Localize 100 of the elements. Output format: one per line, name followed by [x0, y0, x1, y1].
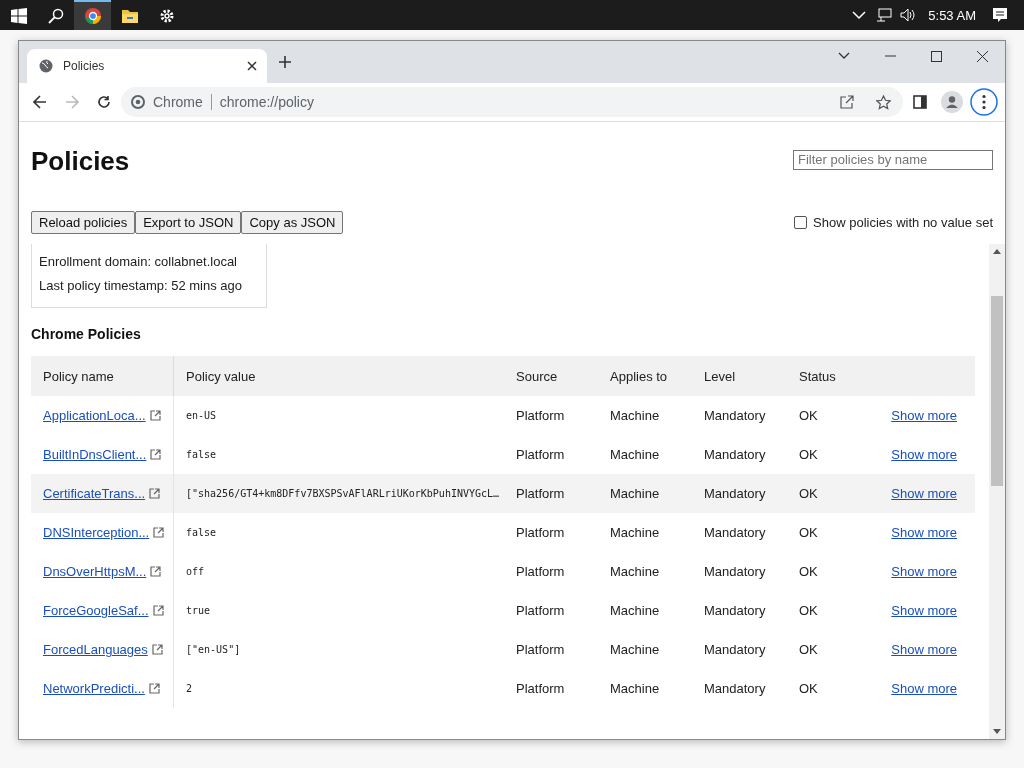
- column-header: Policy name: [43, 368, 114, 384]
- external-link-icon: [148, 683, 160, 694]
- show-more-link[interactable]: Show more: [891, 642, 957, 657]
- policy-value: false: [186, 527, 217, 538]
- page-title: Policies: [31, 146, 130, 177]
- applies-to-text: Machine: [610, 681, 660, 696]
- policy-value: ["en-US"]: [186, 644, 241, 655]
- status-line: Last policy timestamp: 52 mins ago: [39, 278, 244, 293]
- filter-field[interactable]: Filter policies by name: [793, 149, 993, 170]
- external-link-icon: [152, 605, 164, 616]
- level-text: Mandatory: [704, 642, 766, 657]
- source-text: Platform: [516, 603, 565, 618]
- external-link-icon: [150, 566, 162, 577]
- policy-value: true: [186, 605, 211, 616]
- show-more-link[interactable]: Show more: [891, 408, 957, 423]
- policy-value: false: [186, 449, 217, 460]
- status-line: Enrollment domain: collabnet.local: [39, 254, 238, 269]
- speaker-icon[interactable]: [900, 8, 917, 22]
- policy-link[interactable]: BuiltInDnsClient...: [43, 447, 147, 462]
- menu-icon[interactable]: [970, 88, 998, 116]
- applies-to-text: Machine: [610, 408, 660, 423]
- scroll-up-icon[interactable]: [993, 248, 1001, 254]
- level-text: Mandatory: [704, 486, 766, 501]
- applies-to-text: Machine: [610, 603, 660, 618]
- source-text: Platform: [516, 525, 565, 540]
- source-text: Platform: [516, 564, 565, 579]
- policy-link[interactable]: ForcedLanguages: [43, 642, 148, 657]
- applies-to-text: Machine: [610, 564, 660, 579]
- action-button[interactable]: Export to JSON: [135, 211, 242, 234]
- level-text: Mandatory: [704, 525, 766, 540]
- policy-link[interactable]: ApplicationLoca...: [43, 408, 146, 423]
- external-link-icon: [151, 644, 163, 655]
- action-button[interactable]: Reload policies: [31, 211, 136, 234]
- source-text: Platform: [516, 447, 565, 462]
- policy-value: 2: [186, 683, 193, 694]
- section-title: Chrome Policies: [31, 326, 142, 342]
- back-arrow-icon[interactable]: [33, 95, 47, 109]
- globe-icon: [39, 59, 53, 73]
- column-header: Policy value: [186, 368, 256, 384]
- tab-title: Policies: [63, 59, 106, 73]
- applies-to-text: Machine: [610, 525, 660, 540]
- policy-link[interactable]: DNSInterception...: [43, 525, 150, 540]
- show-more-link[interactable]: Show more: [891, 564, 957, 579]
- minimize-icon[interactable]: [884, 55, 896, 57]
- level-text: Mandatory: [704, 408, 766, 423]
- external-link-icon: [149, 488, 161, 499]
- chevron-up-icon[interactable]: [852, 10, 867, 20]
- policy-value: ["sha256/GT4+km8DFfv7BXSPSvAFlARLriUKorKbPuhINVYGcL…: [186, 488, 500, 499]
- status-text: OK: [799, 564, 818, 579]
- close-icon[interactable]: [976, 50, 988, 62]
- policy-value: en-US: [186, 410, 217, 421]
- show-more-link[interactable]: Show more: [891, 486, 957, 501]
- scroll-down-icon[interactable]: [993, 729, 1001, 735]
- status-text: OK: [799, 486, 818, 501]
- chevron-down-icon[interactable]: [838, 52, 850, 60]
- scrollbar-thumb[interactable]: [991, 296, 1003, 486]
- level-text: Mandatory: [704, 603, 766, 618]
- applies-to-text: Machine: [610, 447, 660, 462]
- external-link-icon: [150, 449, 162, 460]
- share-icon[interactable]: [840, 95, 854, 109]
- folder-icon[interactable]: [120, 8, 139, 24]
- scrollbar[interactable]: [989, 244, 1005, 739]
- column-header: Status: [799, 368, 836, 384]
- close-icon[interactable]: [247, 61, 257, 71]
- show-more-link[interactable]: Show more: [891, 447, 957, 462]
- status-text: OK: [799, 642, 818, 657]
- level-text: Mandatory: [704, 681, 766, 696]
- chrome-icon: [131, 95, 145, 109]
- browser-tab[interactable]: Policies: [27, 49, 267, 83]
- show-more-link[interactable]: Show more: [891, 525, 957, 540]
- search-icon[interactable]: [47, 8, 64, 24]
- settings-icon[interactable]: [158, 8, 175, 24]
- maximize-icon[interactable]: [930, 50, 942, 62]
- show-more-link[interactable]: Show more: [891, 603, 957, 618]
- new-tab-icon[interactable]: [278, 55, 292, 69]
- policy-link[interactable]: CertificateTrans...: [43, 486, 146, 501]
- address-bar[interactable]: Chrome chrome://policy: [121, 87, 903, 117]
- windows-start-icon[interactable]: [10, 8, 27, 24]
- source-text: Platform: [516, 681, 565, 696]
- chrome-icon[interactable]: [83, 7, 102, 25]
- reload-icon[interactable]: [97, 95, 111, 109]
- network-icon[interactable]: [876, 8, 893, 22]
- policy-link[interactable]: NetworkPredicti...: [43, 681, 145, 696]
- status-text: OK: [799, 525, 818, 540]
- source-text: Platform: [516, 408, 565, 423]
- action-button[interactable]: Copy as JSON: [241, 211, 344, 234]
- checkbox-label: Show policies with no value set: [813, 215, 993, 230]
- show-more-link[interactable]: Show more: [891, 681, 957, 696]
- clock[interactable]: 5:53 AM: [928, 7, 976, 23]
- notifications-icon[interactable]: [992, 7, 1008, 23]
- star-icon[interactable]: [876, 94, 891, 110]
- status-text: OK: [799, 408, 818, 423]
- side-panel-icon[interactable]: [913, 95, 927, 109]
- level-text: Mandatory: [704, 447, 766, 462]
- checkbox[interactable]: [794, 216, 808, 229]
- policy-link[interactable]: ForceGoogleSaf...: [43, 603, 149, 618]
- status-text: OK: [799, 681, 818, 696]
- profile-icon[interactable]: [941, 91, 963, 113]
- policy-link[interactable]: DnsOverHttpsM...: [43, 564, 147, 579]
- applies-to-text: Machine: [610, 642, 660, 657]
